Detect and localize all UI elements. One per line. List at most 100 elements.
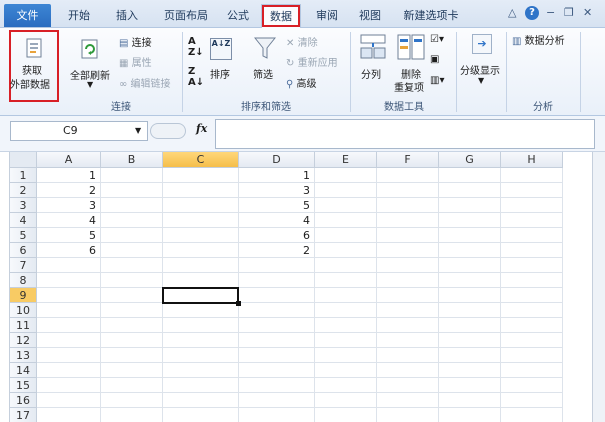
column-header-f[interactable]: F [377,152,439,168]
cell-e6[interactable] [315,243,377,258]
cell-f16[interactable] [377,393,439,408]
what-if-analysis-icon[interactable]: ▥▾ [430,75,444,86]
row-header-7[interactable]: 7 [10,258,37,273]
cell-b16[interactable] [101,393,163,408]
column-header-c[interactable]: C [163,152,239,168]
cell-f2[interactable] [377,183,439,198]
cell-g13[interactable] [439,348,501,363]
cell-a14[interactable] [37,363,101,378]
properties-button[interactable]: ▦ 属性 [119,54,152,69]
cell-c15[interactable] [163,378,239,393]
cell-e8[interactable] [315,273,377,288]
cell-f4[interactable] [377,213,439,228]
cell-f1[interactable] [377,168,439,183]
cell-c3[interactable] [163,198,239,213]
filter-button[interactable]: 筛选 [246,32,282,92]
sort-button[interactable]: A↓Z 排序 [206,32,236,92]
cell-e7[interactable] [315,258,377,273]
cell-e9[interactable] [315,288,377,303]
cell-b14[interactable] [101,363,163,378]
cell-d16[interactable] [239,393,315,408]
outline-button[interactable]: ➔ 分级显示 ▼ [460,32,504,96]
cell-c4[interactable] [163,213,239,228]
advanced-filter-button[interactable]: ⚲ 高级 [286,75,317,90]
cell-g12[interactable] [439,333,501,348]
column-header-e[interactable]: E [315,152,377,168]
tab-file[interactable]: 文件 [4,4,51,27]
cell-e16[interactable] [315,393,377,408]
cell-g9[interactable] [439,288,501,303]
cell-h5[interactable] [501,228,563,243]
cell-c8[interactable] [163,273,239,288]
cell-c2[interactable] [163,183,239,198]
help-icon[interactable]: ? [525,6,539,20]
cell-g4[interactable] [439,213,501,228]
cell-f5[interactable] [377,228,439,243]
cell-h7[interactable] [501,258,563,273]
cell-b15[interactable] [101,378,163,393]
cell-c6[interactable] [163,243,239,258]
cell-e1[interactable] [315,168,377,183]
data-analysis-button[interactable]: ▥ 数据分析 [512,32,565,47]
cell-a3[interactable]: 3 [37,198,101,213]
row-header-5[interactable]: 5 [10,228,37,243]
cell-g16[interactable] [439,393,501,408]
cell-h17[interactable] [501,408,563,422]
cell-b13[interactable] [101,348,163,363]
cell-c16[interactable] [163,393,239,408]
cell-e2[interactable] [315,183,377,198]
tab-data[interactable]: 数据 [261,4,301,28]
row-header-1[interactable]: 1 [10,168,37,183]
cell-f7[interactable] [377,258,439,273]
column-header-d[interactable]: D [239,152,315,168]
cell-g11[interactable] [439,318,501,333]
tab-home[interactable]: 开始 [60,4,98,27]
cell-a9[interactable] [37,288,101,303]
reapply-button[interactable]: ↻ 重新应用 [286,54,338,69]
cell-b8[interactable] [101,273,163,288]
cell-d11[interactable] [239,318,315,333]
cell-a7[interactable] [37,258,101,273]
cell-e5[interactable] [315,228,377,243]
row-header-15[interactable]: 15 [10,378,37,393]
cell-f8[interactable] [377,273,439,288]
cell-a15[interactable] [37,378,101,393]
vertical-scrollbar[interactable] [592,152,605,422]
window-close-icon[interactable]: ✕ [583,6,592,19]
cell-c14[interactable] [163,363,239,378]
cell-a11[interactable] [37,318,101,333]
cell-d13[interactable] [239,348,315,363]
cell-a6[interactable]: 6 [37,243,101,258]
cell-g7[interactable] [439,258,501,273]
sort-z-to-a-icon[interactable]: Z A↓ [188,66,204,88]
cell-b6[interactable] [101,243,163,258]
cell-e12[interactable] [315,333,377,348]
cell-a10[interactable] [37,303,101,318]
cell-h13[interactable] [501,348,563,363]
cell-b5[interactable] [101,228,163,243]
cell-h16[interactable] [501,393,563,408]
cell-c7[interactable] [163,258,239,273]
cell-b3[interactable] [101,198,163,213]
cell-a13[interactable] [37,348,101,363]
column-header-b[interactable]: B [101,152,163,168]
cell-e3[interactable] [315,198,377,213]
row-header-14[interactable]: 14 [10,363,37,378]
row-header-4[interactable]: 4 [10,213,37,228]
row-header-6[interactable]: 6 [10,243,37,258]
cell-f13[interactable] [377,348,439,363]
cell-h11[interactable] [501,318,563,333]
cell-h14[interactable] [501,363,563,378]
cell-b11[interactable] [101,318,163,333]
cell-d10[interactable] [239,303,315,318]
cell-h9[interactable] [501,288,563,303]
cell-g8[interactable] [439,273,501,288]
refresh-dropdown-icon[interactable]: ▼ [87,80,93,89]
cell-b10[interactable] [101,303,163,318]
formula-input[interactable] [215,119,595,149]
cell-f3[interactable] [377,198,439,213]
cell-e11[interactable] [315,318,377,333]
cell-a2[interactable]: 2 [37,183,101,198]
cell-h1[interactable] [501,168,563,183]
cell-h8[interactable] [501,273,563,288]
